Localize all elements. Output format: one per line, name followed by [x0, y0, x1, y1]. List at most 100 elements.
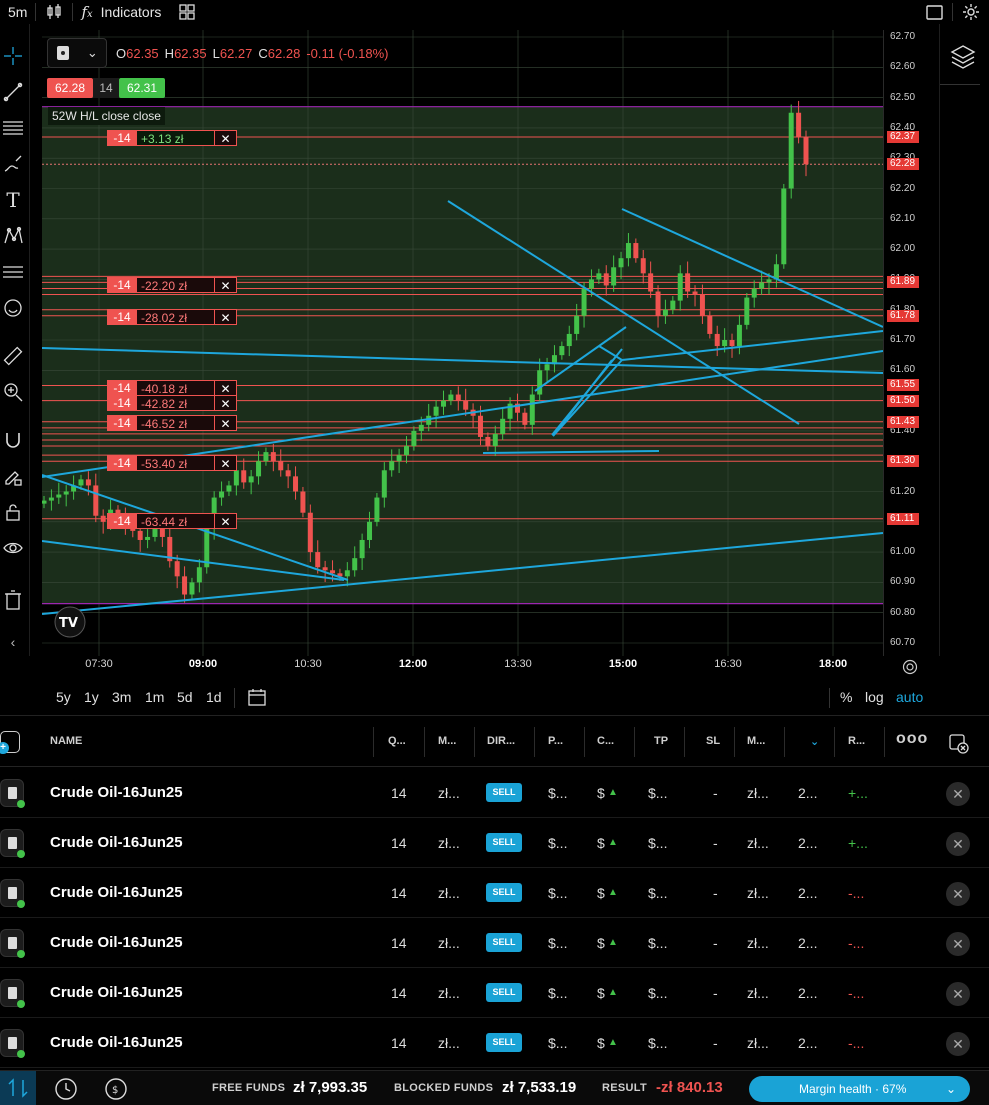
order-tag[interactable]: -14 -42.82 zł ✕ — [107, 395, 237, 411]
candle-body — [42, 500, 47, 504]
close-all-button[interactable] — [948, 733, 970, 758]
close-label: C — [258, 45, 268, 61]
chart-area[interactable]: TV — [42, 30, 883, 656]
order-tag[interactable]: -14 -28.02 zł ✕ — [107, 309, 237, 325]
templates-button[interactable] — [169, 0, 205, 24]
table-row[interactable]: Crude Oil-16Jun25 14 zł... SELL $... $ ▲ $... - z… — [0, 918, 989, 968]
close-order-icon[interactable]: ✕ — [215, 395, 237, 411]
eye-icon — [3, 542, 23, 554]
magnet-tool[interactable] — [1, 428, 25, 452]
crosshair-tool[interactable] — [1, 44, 25, 68]
buy-price-button[interactable]: 62.31 — [119, 78, 165, 98]
range-5d[interactable]: 5d — [177, 689, 193, 705]
price-tag: 62.28 — [887, 158, 919, 171]
price-chart[interactable]: TV — [42, 30, 883, 656]
settings-button[interactable] — [953, 0, 989, 24]
lock-tool[interactable] — [1, 500, 25, 524]
close-position-button[interactable]: ✕ — [946, 1032, 970, 1056]
position-name: Crude Oil-16Jun25 — [50, 984, 183, 1001]
header-direction[interactable]: DIR... — [487, 735, 515, 747]
quantity-display[interactable]: 14 — [93, 78, 119, 98]
add-column-button[interactable]: + — [0, 731, 20, 754]
order-tag[interactable]: -14 -63.44 zł ✕ — [107, 513, 237, 529]
order-tag[interactable]: -14 -22.20 zł ✕ — [107, 277, 237, 293]
table-row[interactable]: Crude Oil-16Jun25 14 zł... SELL $... $ ▲ $... - z… — [0, 868, 989, 918]
interval-selector[interactable]: 5m — [0, 0, 35, 24]
range-1m[interactable]: 1m — [145, 689, 164, 705]
brush-tool[interactable] — [1, 152, 25, 176]
range-3m[interactable]: 3m — [112, 689, 131, 705]
close-order-icon[interactable]: ✕ — [215, 455, 237, 471]
delete-tool[interactable] — [1, 588, 25, 612]
margin-health-button[interactable]: Margin health · 67% ⌄ — [749, 1076, 970, 1102]
close-order-icon[interactable]: ✕ — [215, 309, 237, 325]
close-order-icon[interactable]: ✕ — [215, 415, 237, 431]
zoom-tool[interactable] — [1, 380, 25, 404]
chart-type-button[interactable] — [36, 0, 72, 24]
time-axis[interactable]: 07:30 09:00 10:30 12:00 13:30 15:00 16:30 18:00 — [42, 656, 883, 680]
close-position-button[interactable]: ✕ — [946, 932, 970, 956]
range-1y[interactable]: 1y — [84, 689, 99, 705]
blocked-funds-label: BLOCKED FUNDS — [394, 1082, 494, 1094]
text-tool[interactable]: T — [1, 188, 25, 212]
ruler-tool[interactable] — [1, 344, 25, 368]
orders-toggle-button[interactable] — [0, 1071, 36, 1105]
axis-settings-button[interactable] — [901, 658, 919, 681]
close-position-button[interactable]: ✕ — [946, 782, 970, 806]
order-tag[interactable]: -14 -53.40 zł ✕ — [107, 455, 237, 471]
visibility-tool[interactable] — [1, 536, 25, 560]
tradingview-logo[interactable]: TV — [54, 606, 86, 638]
header-name[interactable]: NAME — [50, 735, 82, 747]
order-tag[interactable]: -14 -40.18 zł ✕ — [107, 380, 237, 396]
date-range-button[interactable] — [247, 687, 267, 710]
measure-lines-tool[interactable] — [1, 260, 25, 284]
position-result: +... — [848, 835, 868, 851]
header-quantity[interactable]: Q... — [388, 735, 406, 747]
pattern-tool[interactable] — [1, 224, 25, 248]
header-tp[interactable]: TP — [654, 735, 668, 747]
cashflow-button[interactable]: $ — [104, 1077, 128, 1104]
clock-icon — [55, 1078, 77, 1100]
range-5y[interactable]: 5y — [56, 689, 71, 705]
header-price[interactable]: P... — [548, 735, 563, 747]
header-current[interactable]: C... — [597, 735, 614, 747]
symbol-button[interactable]: ⌄ — [47, 38, 107, 68]
emoji-tool[interactable] — [1, 296, 25, 320]
close-position-button[interactable]: ✕ — [946, 832, 970, 856]
layers-button[interactable] — [948, 42, 978, 77]
close-order-icon[interactable]: ✕ — [215, 513, 237, 529]
header-result[interactable]: R... — [848, 735, 865, 747]
close-all-icon — [949, 734, 969, 754]
sort-chevron-icon[interactable]: ⌄ — [810, 735, 819, 748]
lock-drawing-tool[interactable] — [1, 464, 25, 488]
order-tag[interactable]: -14 +3.13 zł ✕ — [107, 130, 237, 146]
table-row[interactable]: Crude Oil-16Jun25 14 zł... SELL $... $ ▲ $... - z… — [0, 968, 989, 1018]
percent-scale-toggle[interactable]: % — [840, 689, 852, 705]
candle-body — [796, 112, 802, 137]
auto-scale-toggle[interactable]: auto — [896, 689, 923, 705]
more-options-icon[interactable]: ooo — [896, 730, 928, 748]
price-axis[interactable]: 62.7062.6062.5062.4062.3062.2062.1062.00… — [883, 30, 939, 656]
indicators-button[interactable]: fx Indicators — [73, 0, 169, 24]
header-margin[interactable]: M... — [438, 735, 456, 747]
close-position-button[interactable]: ✕ — [946, 882, 970, 906]
close-order-icon[interactable]: ✕ — [215, 277, 237, 293]
trendline-tool[interactable] — [1, 80, 25, 104]
range-1d[interactable]: 1d — [206, 689, 222, 705]
close-order-icon[interactable]: ✕ — [215, 130, 237, 146]
sell-price-button[interactable]: 62.28 — [47, 78, 93, 98]
header-sl[interactable]: SL — [706, 735, 720, 747]
order-tag[interactable]: -14 -46.52 zł ✕ — [107, 415, 237, 431]
close-position-button[interactable]: ✕ — [946, 982, 970, 1006]
collapse-toolbar[interactable]: ‹ — [1, 630, 25, 654]
fib-tool[interactable] — [1, 116, 25, 140]
table-row[interactable]: Crude Oil-16Jun25 14 zł... SELL $... $ ▲ $... - z… — [0, 768, 989, 818]
fullscreen-button[interactable] — [916, 0, 952, 24]
table-row[interactable]: Crude Oil-16Jun25 14 zł... SELL $... $ ▲ $... - z… — [0, 818, 989, 868]
52w-hl-indicator-label[interactable]: 52W H/L close close — [48, 107, 165, 125]
history-button[interactable] — [54, 1077, 78, 1104]
header-m[interactable]: M... — [747, 735, 765, 747]
log-scale-toggle[interactable]: log — [865, 689, 884, 705]
table-row[interactable]: Crude Oil-16Jun25 14 zł... SELL $... $ ▲ $... - z… — [0, 1018, 989, 1068]
close-order-icon[interactable]: ✕ — [215, 380, 237, 396]
